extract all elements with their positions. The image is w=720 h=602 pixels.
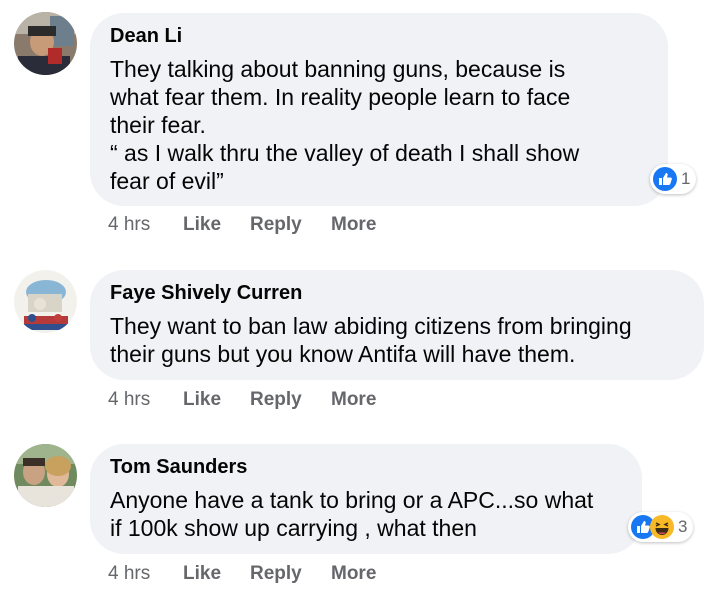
reply-button[interactable]: Reply xyxy=(250,389,302,411)
like-button[interactable]: Like xyxy=(183,214,221,236)
avatar-photo xyxy=(14,12,77,75)
comment-author[interactable]: Dean Li xyxy=(110,25,182,48)
comment-text: Anyone have a tank to bring or a APC...s… xyxy=(110,487,594,541)
like-button[interactable]: Like xyxy=(183,563,221,585)
avatar[interactable] xyxy=(14,444,77,507)
comment-bubble: Dean Li They talking about banning guns,… xyxy=(90,13,668,206)
comment-timestamp[interactable]: 4 hrs xyxy=(108,389,150,411)
avatar-photo xyxy=(14,444,77,507)
like-icon xyxy=(653,167,677,191)
comment-text: They talking about banning guns, because… xyxy=(110,56,580,194)
reaction-count: 3 xyxy=(678,517,688,536)
comment-bubble: Tom Saunders Anyone have a tank to bring… xyxy=(90,444,642,554)
reaction-summary[interactable]: 1 xyxy=(650,164,697,194)
reaction-count: 1 xyxy=(681,169,691,188)
reply-button[interactable]: Reply xyxy=(250,563,302,585)
comment-timestamp[interactable]: 4 hrs xyxy=(108,214,150,236)
avatar[interactable] xyxy=(14,270,77,333)
avatar[interactable] xyxy=(14,12,77,75)
reply-button[interactable]: Reply xyxy=(250,214,302,236)
comment-author[interactable]: Tom Saunders xyxy=(110,456,247,479)
comment-bubble: Faye Shively Curren They want to ban law… xyxy=(90,270,704,380)
more-button[interactable]: More xyxy=(331,389,376,411)
more-button[interactable]: More xyxy=(331,214,376,236)
comment-text: They want to ban law abiding citizens fr… xyxy=(110,313,632,367)
more-button[interactable]: More xyxy=(331,563,376,585)
reaction-summary[interactable]: 3 xyxy=(628,512,694,542)
avatar-photo xyxy=(14,270,77,333)
comment-timestamp[interactable]: 4 hrs xyxy=(108,563,150,585)
comment-author[interactable]: Faye Shively Curren xyxy=(110,282,302,305)
haha-icon xyxy=(650,515,674,539)
like-button[interactable]: Like xyxy=(183,389,221,411)
